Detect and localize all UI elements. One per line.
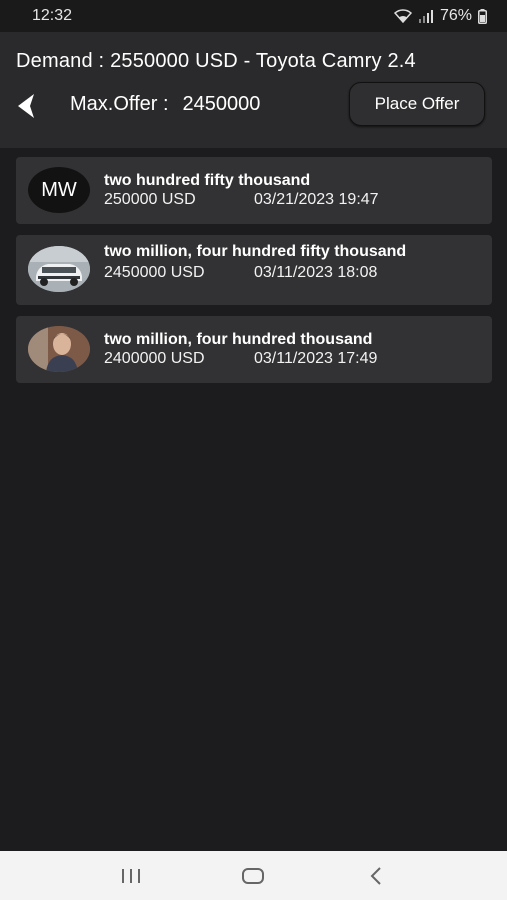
avatar [28, 326, 90, 372]
status-icons: 76% [393, 7, 487, 25]
battery-icon [478, 8, 487, 24]
offer-amount: 250000 USD [104, 191, 196, 208]
home-icon [242, 867, 265, 884]
avatar [28, 246, 90, 292]
offer-amount: 2400000 USD [104, 350, 205, 367]
avatar: MW [28, 167, 90, 213]
back-button[interactable] [10, 90, 42, 122]
place-offer-button[interactable]: Place Offer [349, 82, 485, 126]
avatar-initials: MW [41, 178, 77, 201]
battery-percent: 76% [439, 7, 472, 24]
recent-apps-button[interactable] [111, 861, 151, 891]
demand-text: Demand : 2550000 USD - Toyota Camry 2.4 [16, 50, 416, 72]
offers-list: MW two hundred fifty thousand 250000 USD… [16, 157, 492, 394]
recent-apps-icon [122, 868, 141, 883]
home-button[interactable] [233, 861, 273, 891]
list-item[interactable]: two million, four hundred thousand 24000… [16, 316, 492, 383]
offer-amount: 2450000 USD [104, 264, 205, 281]
offer-details: two million, four hundred fifty thousand… [104, 242, 480, 282]
status-time: 12:32 [32, 7, 73, 24]
offer-datetime: 03/11/2023 18:08 [254, 264, 378, 281]
chevron-left-icon [18, 94, 34, 118]
offer-datetime: 03/21/2023 19:47 [254, 191, 379, 208]
system-back-button[interactable] [356, 861, 396, 891]
offer-meta: 2450000 USD 03/11/2023 18:08 [104, 263, 480, 282]
offer-details: two hundred fifty thousand 250000 USD 03… [104, 171, 480, 209]
signal-icon [418, 9, 433, 23]
car-photo-icon [28, 246, 90, 292]
list-item[interactable]: two million, four hundred fifty thousand… [16, 235, 492, 305]
offer-header: Demand : 2550000 USD - Toyota Camry 2.4 … [0, 32, 507, 148]
status-bar: 12:32 76% [0, 0, 507, 32]
amount-words: two million, four hundred fifty thousand [104, 243, 407, 260]
person-photo-icon [28, 326, 90, 372]
offer-datetime: 03/11/2023 17:49 [254, 350, 378, 367]
max-offer-value: 2450000 [182, 93, 261, 115]
system-nav-bar [0, 851, 507, 900]
offer-details: two million, four hundred thousand 24000… [104, 330, 480, 368]
max-offer: Max.Offer : 2450000 [70, 93, 260, 116]
list-item[interactable]: MW two hundred fifty thousand 250000 USD… [16, 157, 492, 224]
max-offer-label: Max.Offer : [70, 93, 169, 115]
offer-meta: 2400000 USD 03/11/2023 17:49 [104, 349, 480, 368]
amount-words: two hundred fifty thousand [104, 172, 311, 189]
amount-words: two million, four hundred thousand [104, 331, 373, 348]
wifi-icon [393, 9, 412, 23]
offer-meta: 250000 USD 03/21/2023 19:47 [104, 190, 480, 209]
back-arrow-icon [370, 866, 381, 885]
